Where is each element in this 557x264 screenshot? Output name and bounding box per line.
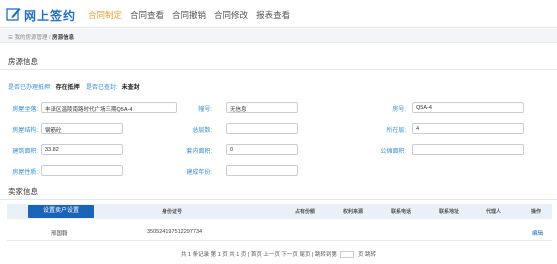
- building-label: 幢号:: [198, 107, 212, 113]
- seller-name-cell: 邢国毅: [51, 231, 68, 237]
- main-nav: 合同制定 合同查看 合同撤销 合同修改 报表查看: [88, 9, 290, 21]
- table-row: 邢国毅 350524197512297734 编辑: [7, 223, 552, 241]
- shared-area-label: 公摊面积:: [380, 149, 406, 155]
- app-title: 网上签约: [24, 9, 77, 23]
- build-year-label: 建成年份:: [186, 170, 212, 176]
- house-section-title: 房源信息: [8, 57, 38, 66]
- column-header-phone: 联系电话: [391, 209, 412, 215]
- building-area-field[interactable]: 33.82: [41, 144, 123, 155]
- usage-field[interactable]: [41, 165, 123, 176]
- seller-id-cell: 350524197512297734: [147, 229, 203, 235]
- mortgage-status: 是否已办理抵押: 存在抵押: [8, 82, 80, 91]
- seller-settings-button[interactable]: 设置卖户设置: [28, 205, 94, 218]
- divider: [0, 199, 557, 200]
- top-bar: 网上签约 合同制定 合同查看 合同撤销 合同修改 报表查看: [0, 0, 557, 28]
- floor-field[interactable]: 4: [412, 123, 524, 134]
- room-label: 房号:: [392, 107, 406, 113]
- total-floors-field[interactable]: [226, 123, 298, 134]
- usage-label: 房屋性质:: [12, 170, 38, 176]
- divider: [0, 69, 557, 70]
- breadcrumb-current: 房源信息: [52, 35, 75, 41]
- inner-area-field[interactable]: 0: [226, 144, 298, 155]
- seal-status: 是否已查封: 未查封: [86, 82, 140, 91]
- column-header-id: 身份证号: [162, 209, 183, 215]
- page-jump-button[interactable]: 页 跳转: [358, 252, 376, 258]
- mortgage-status-value: 存在抵押: [55, 85, 80, 91]
- room-field[interactable]: Q5A-4: [412, 102, 524, 113]
- nav-item-report-view[interactable]: 报表查看: [256, 9, 290, 21]
- pagination: 共 1 条记录 第 1 页 共 1 页 | 首页 上一页 下一页 尾页 | 跳转…: [0, 250, 557, 259]
- nav-item-contract-create[interactable]: 合同制定: [88, 9, 122, 21]
- page-jump-input[interactable]: [340, 251, 355, 259]
- breadcrumb: ☰ 我的房源管理 / 房源信息: [0, 29, 557, 43]
- build-year-field[interactable]: [226, 165, 298, 176]
- structure-field[interactable]: 钢筋砼: [41, 123, 123, 134]
- seal-status-value: 未查封: [121, 85, 140, 91]
- edit-logo-icon: [6, 8, 21, 21]
- nav-item-contract-revoke[interactable]: 合同撤销: [172, 9, 206, 21]
- column-header-source: 权利来源: [343, 209, 364, 215]
- inner-area-label: 套内面积:: [186, 149, 212, 155]
- column-header-share: 占有份额: [295, 209, 316, 215]
- breadcrumb-parent[interactable]: 我的房源管理: [14, 35, 47, 41]
- nav-item-contract-modify[interactable]: 合同修改: [214, 9, 248, 21]
- floor-label: 所在层:: [386, 128, 406, 134]
- edit-link[interactable]: 编辑: [532, 229, 543, 237]
- seal-status-label: 是否已查封:: [86, 85, 118, 91]
- column-header-action: 操作: [531, 209, 542, 215]
- building-field[interactable]: 无信息: [226, 102, 298, 113]
- column-header-agent: 代理人: [486, 209, 502, 215]
- breadcrumb-separator: /: [49, 35, 51, 41]
- nav-item-contract-view[interactable]: 合同查看: [130, 9, 164, 21]
- location-label: 房屋坐落:: [12, 107, 38, 113]
- column-header-address: 联系地址: [439, 209, 460, 215]
- structure-label: 房屋结构:: [12, 128, 38, 134]
- shared-area-field[interactable]: [412, 144, 524, 155]
- pagination-text: 共 1 条记录 第 1 页 共 1 页 | 首页 上一页 下一页 尾页 | 跳转…: [180, 252, 337, 258]
- total-floors-label: 总层数:: [192, 128, 212, 134]
- mortgage-status-label: 是否已办理抵押:: [8, 85, 52, 91]
- seller-section-title: 卖家信息: [8, 187, 38, 196]
- location-field[interactable]: 丰泽区温陵南路时代广场三期Q5A-4: [41, 102, 177, 113]
- building-area-label: 建筑面积:: [12, 149, 38, 155]
